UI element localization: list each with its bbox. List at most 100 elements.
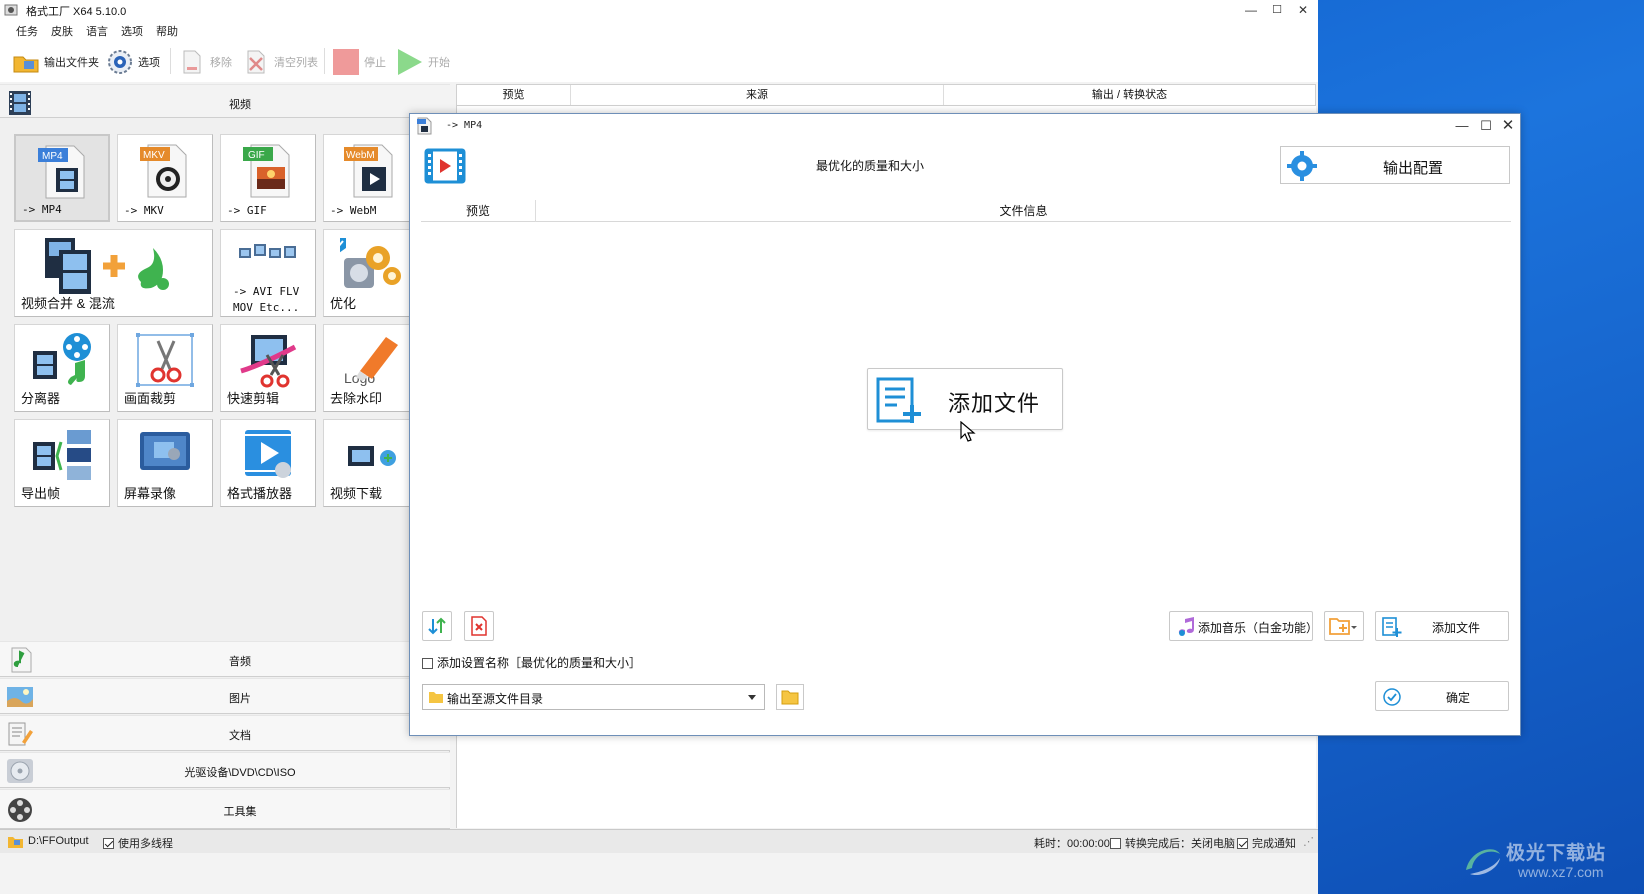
svg-text:WebM: WebM [346, 150, 375, 161]
category-video-header[interactable]: 视频 [0, 84, 450, 118]
maximize-button[interactable]: ☐ [1264, 0, 1290, 20]
tile-label: 画面裁剪 [124, 391, 177, 406]
add-file-button[interactable]: 添加文件 [1375, 611, 1509, 641]
menu-skin[interactable]: 皮肤 [51, 23, 73, 39]
category-disc-header[interactable]: 光驱设备\DVD\CD\ISO [0, 752, 450, 788]
tile-video-merge[interactable]: 视频合并 & 混流 [14, 229, 213, 317]
tile-label: -> AVI FLV MOV Etc... [233, 284, 299, 316]
splitter-icon [33, 333, 91, 385]
remove-document-icon [183, 50, 201, 74]
browse-folder-button[interactable] [776, 684, 804, 710]
delete-file-icon [471, 616, 487, 636]
close-button[interactable]: ✕ [1290, 0, 1316, 20]
output-directory-select[interactable]: 输出至源文件目录 [422, 684, 765, 710]
after-convert-check[interactable] [1110, 838, 1121, 849]
tile-optimize[interactable]: 优化 [323, 229, 415, 317]
column-source[interactable]: 来源 [571, 85, 944, 105]
watermark-url: www.xz7.com [1518, 864, 1604, 880]
dialog-titlebar[interactable]: -> MP4 — ☐ ✕ [410, 114, 1520, 138]
menu-help[interactable]: 帮助 [156, 23, 178, 39]
mp4-file-icon: MP4 [38, 145, 85, 199]
after-convert-label: 转换完成后：关闭电脑 [1125, 838, 1235, 850]
tile-export-frames[interactable]: 导出帧 [14, 419, 110, 507]
file-table-header: 预览 文件信息 [421, 200, 1511, 222]
dialog-close-button[interactable]: ✕ [1496, 115, 1520, 137]
add-file-large-label: 添加文件 [948, 391, 1041, 416]
add-folder-button[interactable] [1324, 611, 1364, 641]
output-folder-button[interactable]: 输出文件夹 [12, 46, 102, 76]
menu-task[interactable]: 任务 [16, 23, 38, 39]
multithread-checkbox[interactable]: 使用多线程 [103, 835, 173, 851]
tile-to-mp4[interactable]: MP4 -> MP4 [14, 134, 110, 222]
main-titlebar[interactable]: 格式工厂 X64 5.10.0 — ☐ ✕ [0, 0, 1318, 20]
tile-label-line1: -> AVI FLV [233, 285, 300, 298]
tile-to-webm[interactable]: WebM -> WebM [323, 134, 415, 222]
app-logo-icon [4, 4, 18, 16]
mouse-cursor-icon [960, 421, 976, 442]
column-output-status[interactable]: 输出 / 转换状态 [944, 85, 1315, 105]
tile-screen-record[interactable]: 屏幕录像 [117, 419, 213, 507]
chevron-down-icon[interactable] [748, 695, 756, 700]
category-tools-label: 工具集 [223, 806, 257, 818]
start-play-icon [398, 49, 422, 75]
dialog-file-icon [417, 117, 432, 135]
tile-remove-logo[interactable]: Logo 去除水印 [323, 324, 415, 412]
mkv-file-icon: MKV [140, 144, 187, 198]
start-label: 开始 [428, 57, 450, 69]
tile-player[interactable]: 格式播放器 [220, 419, 316, 507]
output-path[interactable]: D:\FFOutput [28, 835, 89, 847]
optimize-gears-icon [340, 238, 401, 288]
options-button[interactable]: 选项 [106, 46, 166, 76]
remove-logo-eraser-icon: Logo [344, 337, 398, 386]
notify-check[interactable] [1237, 838, 1248, 849]
remove-button[interactable]: 移除 [178, 46, 238, 76]
ok-button[interactable]: 确定 [1375, 681, 1509, 711]
tile-quick-clip[interactable]: 快速剪辑 [220, 324, 316, 412]
output-directory-value: 输出至源文件目录 [447, 692, 544, 706]
tile-splitter[interactable]: 分离器 [14, 324, 110, 412]
category-disc-label: 光驱设备\DVD\CD\ISO [184, 767, 296, 779]
category-document-header[interactable]: 文档 [0, 715, 450, 751]
tile-label: 导出帧 [21, 486, 61, 501]
category-audio-header[interactable]: 音频 [0, 641, 450, 677]
add-setting-name-check[interactable] [422, 658, 433, 669]
notify-checkbox[interactable]: 完成通知 [1237, 835, 1296, 851]
add-music-button[interactable]: 添加音乐（白金功能） [1169, 611, 1318, 641]
quick-clip-icon [240, 335, 297, 388]
video-download-icon [348, 446, 396, 466]
webm-file-icon: WebM [344, 144, 393, 198]
stop-button[interactable]: 停止 [332, 46, 392, 76]
resize-grip-icon[interactable]: ⋰ [1303, 835, 1314, 848]
sort-arrows-icon [428, 617, 446, 635]
clear-list-button[interactable]: 清空列表 [242, 46, 322, 76]
tile-label: 屏幕录像 [124, 486, 177, 501]
tile-multi-format[interactable]: -> AVI FLV MOV Etc... [220, 229, 316, 317]
category-tools-header[interactable]: 工具集 [0, 789, 450, 829]
multithread-check[interactable] [103, 838, 114, 849]
column-preview[interactable]: 预览 [421, 200, 536, 222]
remove-file-button[interactable] [464, 611, 494, 641]
player-icon [245, 430, 291, 478]
after-convert-checkbox[interactable]: 转换完成后：关闭电脑 [1110, 835, 1235, 851]
add-file-icon [876, 377, 921, 423]
sort-button[interactable] [422, 611, 452, 641]
remove-label: 移除 [210, 57, 232, 69]
tile-crop[interactable]: 画面裁剪 [117, 324, 213, 412]
output-config-button[interactable]: 输出配置 [1280, 146, 1510, 184]
dialog-maximize-button[interactable]: ☐ [1474, 115, 1498, 137]
category-image-header[interactable]: 图片 [0, 678, 450, 714]
column-file-info[interactable]: 文件信息 [536, 200, 1511, 222]
dialog-minimize-button[interactable]: — [1450, 115, 1474, 137]
tile-video-download[interactable]: 视频下载 [323, 419, 415, 507]
minimize-button[interactable]: — [1238, 0, 1264, 20]
tile-to-mkv[interactable]: MKV -> MKV [117, 134, 213, 222]
add-setting-name-checkbox[interactable]: 添加设置名称［最优化的质量和大小］ [422, 654, 641, 671]
tile-label-line2: MOV Etc... [233, 301, 300, 314]
column-preview[interactable]: 预览 [457, 85, 571, 105]
menu-language[interactable]: 语言 [86, 23, 108, 39]
add-file-icon [1382, 617, 1402, 637]
tile-to-gif[interactable]: GIF -> GIF [220, 134, 316, 222]
menu-options[interactable]: 选项 [121, 23, 143, 39]
start-button[interactable]: 开始 [396, 46, 456, 76]
stop-label: 停止 [364, 57, 386, 69]
